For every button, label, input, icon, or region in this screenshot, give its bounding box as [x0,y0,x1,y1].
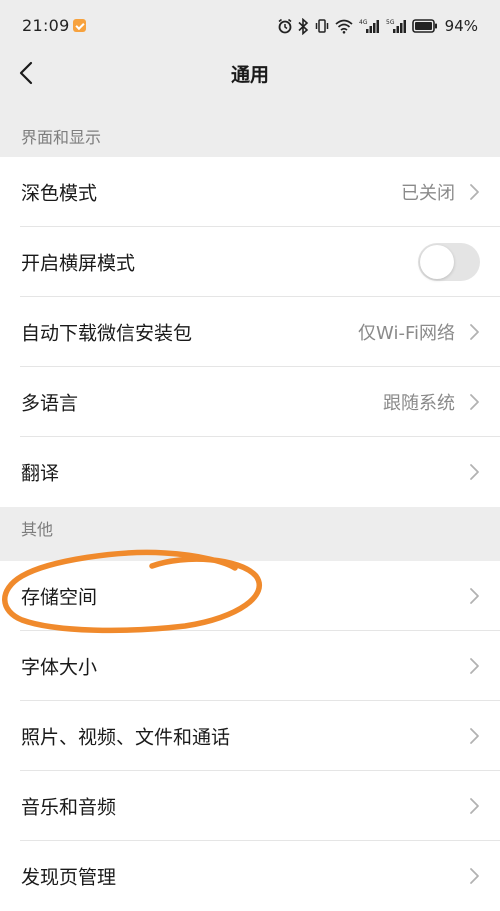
section-header-label: 界面和显示 [21,128,102,147]
row-label: 照片、视频、文件和通话 [21,726,231,749]
page-title: 通用 [230,64,269,86]
svg-text:4G: 4G [359,19,368,26]
row-label: 多语言 [21,392,79,415]
status-icons: 4G 5G 94% [277,14,478,38]
section-header-other: 其他 [0,507,500,545]
chevron-right-icon [470,658,479,674]
section-header-label: 其他 [21,520,54,539]
app-notification-icon [73,19,86,32]
chevron-right-icon [470,464,479,480]
chevron-right-icon [470,728,479,744]
row-storage[interactable]: 存储空间 [0,561,500,631]
row-label: 开启横屏模式 [21,252,136,275]
status-bar: 21:09 4G 5G 94% [0,0,500,52]
toggle-knob [420,245,454,279]
cellular-signal-icon: 4G [359,19,379,33]
section-header-display: 界面和显示 [0,115,500,153]
row-value: 跟随系统 [383,393,455,414]
chevron-right-icon [470,184,479,200]
row-value: 已关闭 [401,183,455,204]
row-label: 翻译 [21,462,60,485]
row-label: 字体大小 [21,656,98,679]
bluetooth-icon [298,17,308,35]
row-language[interactable]: 多语言 跟随系统 [0,367,500,437]
row-translate[interactable]: 翻译 [0,437,500,507]
chevron-right-icon [470,868,479,884]
svg-text:5G: 5G [386,19,395,26]
row-dark-mode[interactable]: 深色模式 已关闭 [0,157,500,227]
landscape-mode-toggle[interactable] [418,243,480,281]
row-font-size[interactable]: 字体大小 [0,631,500,701]
chevron-right-icon [470,394,479,410]
chevron-right-icon [470,798,479,814]
chevron-right-icon [470,324,479,340]
vibrate-icon [315,19,328,33]
wifi-icon [335,19,353,34]
row-landscape-mode: 开启横屏模式 [0,227,500,297]
row-label: 深色模式 [21,182,98,205]
row-label: 自动下载微信安装包 [21,322,193,345]
row-label: 存储空间 [21,586,98,609]
nav-bar: 通用 [0,52,500,94]
battery-percent: 94% [444,17,478,35]
alarm-icon [278,18,292,34]
row-discover-manage[interactable]: 发现页管理 [0,841,500,911]
status-time: 21:09 [22,16,70,35]
row-value: 仅Wi-Fi网络 [358,323,455,344]
row-auto-download-installer[interactable]: 自动下载微信安装包 仅Wi-Fi网络 [0,297,500,367]
row-label: 音乐和音频 [21,796,117,819]
chevron-right-icon [470,588,479,604]
cellular-signal-icon: 5G [386,19,406,33]
battery-icon [411,19,437,33]
row-media-files-calls[interactable]: 照片、视频、文件和通话 [0,701,500,771]
row-label: 发现页管理 [21,866,117,889]
row-music-audio[interactable]: 音乐和音频 [0,771,500,841]
